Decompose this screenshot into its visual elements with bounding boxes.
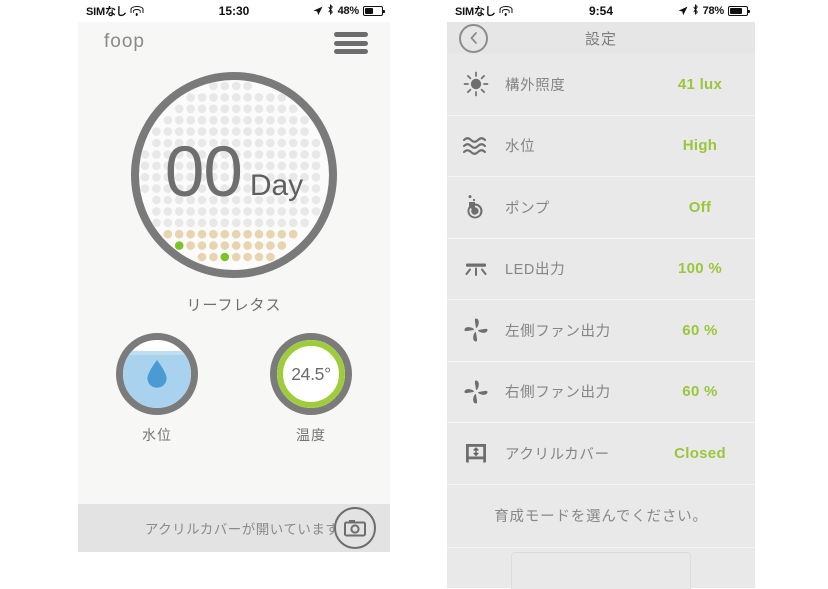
temperature-inner-ring: 24.5° [277, 340, 345, 408]
settings-row-value: Closed [674, 444, 726, 462]
water-drop-icon [147, 359, 167, 388]
settings-row-value: 60 % [682, 383, 718, 401]
settings-row-value: Off [688, 198, 712, 216]
water-level-label: 水位 [142, 427, 172, 443]
temperature-value: 24.5° [291, 363, 331, 384]
status-bar-right-group: 78% [678, 3, 750, 18]
battery-percent-label: 78% [702, 5, 725, 17]
day-counter-section: 00 Day [78, 64, 390, 292]
temperature-gauge[interactable]: 24.5° 温度 [270, 333, 352, 445]
day-counter-text: 00 Day [139, 80, 329, 270]
bluetooth-icon [692, 3, 699, 18]
settings-row[interactable]: ポンプ Off [447, 177, 755, 239]
app-brand-logo: foop [104, 31, 145, 52]
water-surface-line [123, 350, 191, 355]
day-counter-value: 00 [164, 132, 243, 212]
settings-row-value: 41 lux [677, 75, 723, 93]
settings-list: 構外照度 41 lux 水位 High ポンプ Off LED出力 100 % 左側ファン出力 6… [447, 54, 755, 485]
settings-row-value: 60 % [682, 321, 718, 339]
page-title: 設定 [584, 30, 617, 48]
back-button[interactable] [459, 23, 488, 53]
right-status-bar: SIMなし 9:54 78% [447, 0, 755, 22]
camera-button[interactable] [334, 507, 376, 549]
app-header: foop [78, 22, 390, 64]
settings-row[interactable]: LED出力 100 % [447, 238, 755, 300]
settings-row[interactable]: 構外照度 41 lux [447, 54, 755, 116]
gauges-row: 水位 24.5° 温度 [78, 333, 390, 445]
mode-selector-strip[interactable] [447, 547, 755, 589]
battery-icon [728, 6, 750, 16]
camera-icon [344, 520, 366, 537]
waves-water-level-icon [447, 135, 505, 157]
mode-prompt-text: 育成モードを選んでください。 [494, 509, 708, 525]
sun-brightness-icon [447, 71, 505, 97]
settings-row[interactable]: アクリルカバー Closed [447, 423, 755, 485]
hamburger-menu-icon[interactable] [334, 32, 368, 54]
bluetooth-icon [327, 3, 334, 18]
water-level-gauge[interactable]: 水位 [116, 333, 198, 445]
fan-icon [447, 379, 505, 405]
settings-row[interactable]: 左側ファン出力 60 % [447, 300, 755, 362]
settings-row-value: High [682, 137, 718, 155]
pump-icon [447, 194, 505, 220]
plant-name-label: リーフレタス [186, 297, 282, 314]
banner-message: アクリルカバーが開いています。 [144, 522, 352, 537]
water-level-ring [116, 333, 198, 415]
left-phone-screen: SIMなし 15:30 48% foop 00 Day リーフレタス 水位 24… [78, 0, 390, 552]
mode-selector-box[interactable] [511, 551, 691, 589]
temperature-label: 温度 [296, 427, 326, 443]
mode-prompt-row: 育成モードを選んでください。 [447, 484, 755, 548]
temperature-ring: 24.5° [270, 333, 352, 415]
day-counter-unit: Day [249, 169, 304, 202]
battery-icon [363, 6, 385, 16]
chevron-left-icon [470, 32, 477, 44]
location-arrow-icon [678, 6, 688, 16]
battery-percent-label: 48% [337, 5, 360, 17]
status-bar-right-group: 48% [313, 3, 385, 18]
location-arrow-icon [313, 6, 323, 16]
settings-row-value: 100 % [677, 260, 723, 278]
acrylic-cover-icon [447, 441, 505, 465]
day-counter-circle[interactable]: 00 Day [131, 72, 337, 278]
settings-row[interactable]: 水位 High [447, 115, 755, 177]
right-phone-screen: SIMなし 9:54 78% 設定 構外照度 41 lux 水位 High ポンプ Off… [447, 0, 755, 589]
settings-row[interactable]: 右側ファン出力 60 % [447, 361, 755, 423]
settings-nav-bar: 設定 [447, 22, 755, 54]
left-status-bar: SIMなし 15:30 48% [78, 0, 390, 22]
led-light-icon [447, 259, 505, 279]
fan-icon [447, 317, 505, 343]
status-banner: アクリルカバーが開いています。 [78, 504, 390, 552]
